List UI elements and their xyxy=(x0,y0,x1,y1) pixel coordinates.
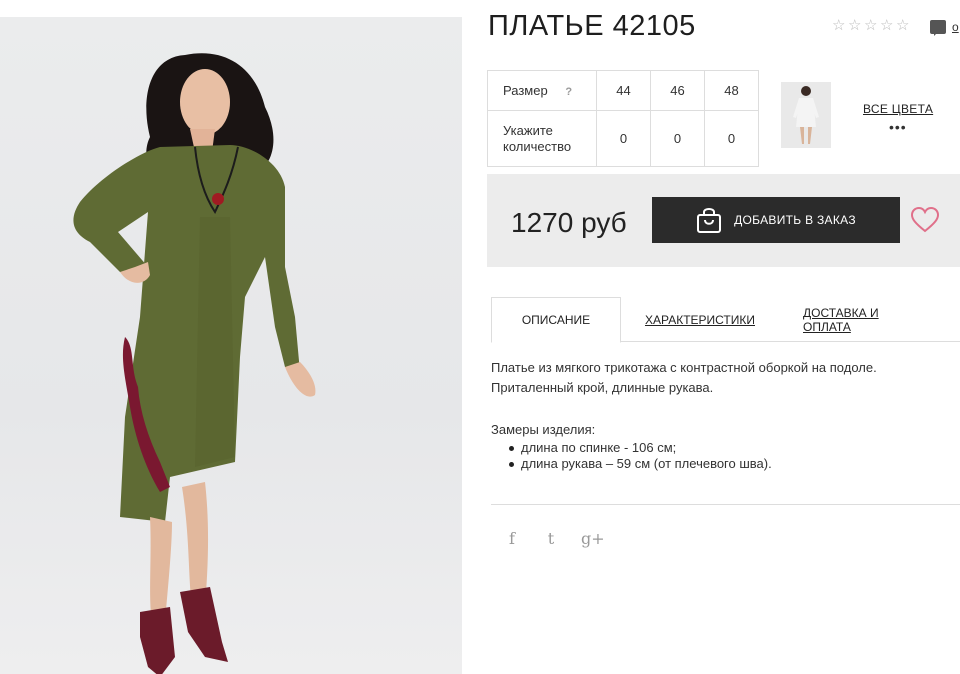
tab-delivery-payment-label: ДОСТАВКА И ОПЛАТА xyxy=(803,305,879,334)
more-colors-dots[interactable]: ••• xyxy=(889,119,907,135)
description-line-1: Платье из мягкого трикотажа с контрастно… xyxy=(491,360,877,375)
size-46: 46 xyxy=(650,70,705,111)
price: 1270 руб xyxy=(511,207,627,238)
add-to-order-button[interactable]: ДОБАВИТЬ В ЗАКАЗ xyxy=(652,197,900,243)
measures-list: длина по спинке - 106 см; длина рукава –… xyxy=(491,440,951,472)
reviews-link[interactable]: о xyxy=(952,20,959,34)
size-table: Размер ? 44 46 48 Укажите количество 0 0… xyxy=(487,70,759,167)
model-in-dress-image xyxy=(73,53,316,674)
star-icon[interactable]: ☆ xyxy=(864,18,878,33)
description-line-2: Приталенный крой, длинные рукава. xyxy=(491,380,714,395)
size-44: 44 xyxy=(596,70,651,111)
facebook-icon[interactable]: f xyxy=(503,529,521,548)
list-item: длина по спинке - 106 см; xyxy=(509,440,951,456)
price-bar: 1270 руб ДОБАВИТЬ В ЗАКАЗ xyxy=(487,174,960,267)
star-icon[interactable]: ☆ xyxy=(848,18,862,33)
add-to-order-label: ДОБАВИТЬ В ЗАКАЗ xyxy=(734,213,856,227)
size-label-cell: Размер ? xyxy=(487,70,597,111)
description-panel: Платье из мягкого трикотажа с контрастно… xyxy=(491,358,951,472)
quantity-input-46[interactable]: 0 xyxy=(650,110,705,167)
tab-description[interactable]: ОПИСАНИЕ xyxy=(491,297,621,343)
social-share: f t g+ xyxy=(503,529,605,548)
quantity-label: Укажите количество xyxy=(487,110,597,167)
size-48: 48 xyxy=(704,70,759,111)
product-title: ПЛАТЬЕ 42105 xyxy=(488,10,696,42)
star-icon[interactable]: ☆ xyxy=(832,18,846,33)
rating-stars[interactable]: ☆ ☆ ☆ ☆ ☆ xyxy=(832,18,910,33)
divider xyxy=(491,504,960,505)
comment-icon[interactable] xyxy=(930,20,946,36)
product-tabs: ОПИСАНИЕ ХАРАКТЕРИСТИКИ ДОСТАВКА И ОПЛАТ… xyxy=(491,297,960,343)
measures-title: Замеры изделия: xyxy=(491,422,596,437)
quantity-input-48[interactable]: 0 xyxy=(704,110,759,167)
product-photo[interactable] xyxy=(0,17,462,674)
heart-icon[interactable] xyxy=(911,207,939,233)
shopping-bag-icon xyxy=(697,208,722,233)
star-icon[interactable]: ☆ xyxy=(896,18,910,33)
tab-delivery-payment[interactable]: ДОСТАВКА И ОПЛАТА xyxy=(803,297,929,342)
tab-characteristics-label: ХАРАКТЕРИСТИКИ xyxy=(644,312,755,327)
quantity-input-44[interactable]: 0 xyxy=(596,110,651,167)
size-label: Размер xyxy=(503,83,548,98)
color-swatch-thumbnail[interactable] xyxy=(781,82,831,148)
twitter-icon[interactable]: t xyxy=(542,529,560,548)
product-page: ПЛАТЬЕ 42105 ☆ ☆ ☆ ☆ ☆ о Размер ? 44 46 … xyxy=(0,0,960,674)
size-help-icon[interactable]: ? xyxy=(565,86,572,98)
all-colors-link[interactable]: ВСЕ ЦВЕТА xyxy=(863,102,933,116)
white-dress-thumbnail-image xyxy=(793,86,819,144)
star-icon[interactable]: ☆ xyxy=(880,18,894,33)
tab-description-label: ОПИСАНИЕ xyxy=(521,313,591,327)
list-item: длина рукава – 59 см (от плечевого шва). xyxy=(509,456,951,472)
tab-characteristics[interactable]: ХАРАКТЕРИСТИКИ xyxy=(644,297,756,342)
google-plus-icon[interactable]: g+ xyxy=(581,529,605,548)
